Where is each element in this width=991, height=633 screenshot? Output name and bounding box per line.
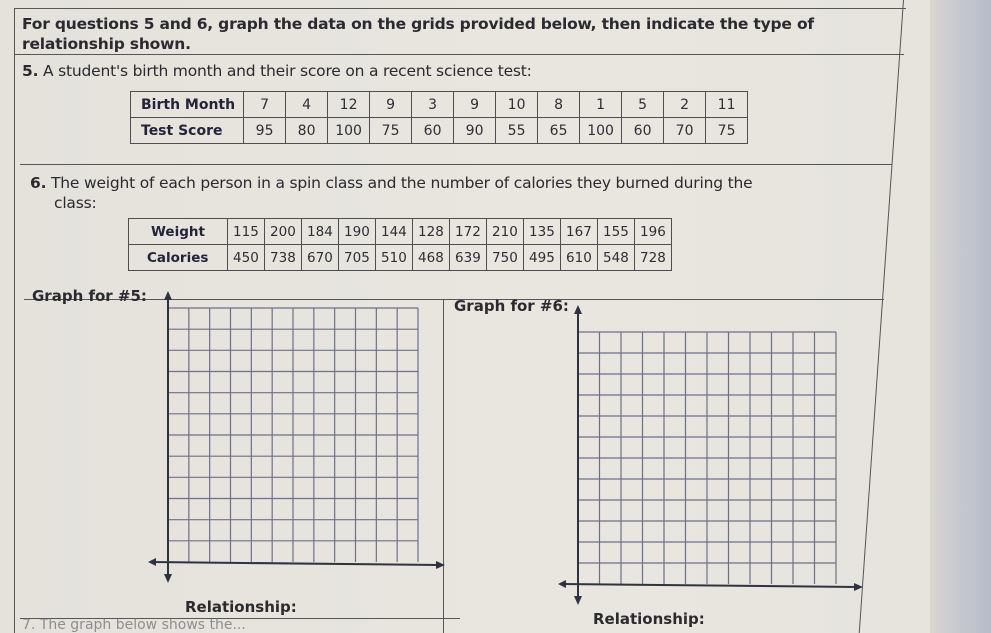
- graph-5-label: Graph for #5:: [32, 287, 147, 305]
- x-axis: [561, 583, 859, 588]
- weight-cell: 196: [633, 218, 672, 245]
- question-6-text-line2: class:: [54, 194, 97, 212]
- calories-cell: 468: [411, 244, 450, 271]
- question-6-number: 6.: [30, 174, 47, 192]
- calories-cell: 670: [300, 244, 339, 271]
- graph-6-label: Graph for #6:: [454, 297, 569, 315]
- instructions-text: For questions 5 and 6, graph the data on…: [22, 15, 814, 53]
- test-score-cell: 75: [705, 117, 749, 144]
- birth-month-cell: 9: [369, 91, 413, 118]
- test-score-cell: 100: [579, 117, 623, 144]
- page-edge-shadow: [930, 0, 991, 633]
- question-5-table: Birth Month 7 4 12 9 3 9 10 8 1 5 2 11 T…: [129, 91, 749, 144]
- divider-q5: [20, 164, 892, 165]
- divider-intro: [14, 54, 904, 55]
- birth-month-row: Birth Month 7 4 12 9 3 9 10 8 1 5 2 11: [129, 91, 749, 118]
- calories-cell: 450: [226, 244, 265, 271]
- weight-cell: 135: [522, 218, 561, 245]
- row-header-weight: Weight: [128, 218, 228, 245]
- question-5-prompt: 5. A student's birth month and their sco…: [22, 62, 532, 80]
- calories-cell: 750: [485, 244, 524, 271]
- question-5-text: A student's birth month and their score …: [43, 62, 532, 80]
- birth-month-cell: 2: [663, 91, 707, 118]
- calories-row: Calories 450 738 670 705 510 468 639 750…: [128, 244, 672, 271]
- calories-cell: 738: [263, 244, 302, 271]
- test-score-cell: 75: [369, 117, 413, 144]
- birth-month-cell: 1: [579, 91, 623, 118]
- birth-month-cell: 9: [453, 91, 497, 118]
- weight-cell: 115: [226, 218, 265, 245]
- calories-cell: 510: [374, 244, 413, 271]
- test-score-row: Test Score 95 80 100 75 60 90 55 65 100 …: [129, 117, 749, 144]
- test-score-cell: 80: [285, 117, 329, 144]
- question-6-table: Weight 115 200 184 190 144 128 172 210 1…: [128, 218, 672, 271]
- divider-top: [14, 8, 906, 9]
- calories-cell: 705: [337, 244, 376, 271]
- birth-month-cell: 10: [495, 91, 539, 118]
- birth-month-cell: 8: [537, 91, 581, 118]
- row-header-calories: Calories: [128, 244, 228, 271]
- test-score-cell: 100: [327, 117, 371, 144]
- y-axis-up-arrow-icon: [574, 305, 582, 314]
- calories-cell: 639: [448, 244, 487, 271]
- graph-6-relationship-label: Relationship:: [593, 610, 705, 628]
- frame-left-border: [14, 8, 15, 633]
- test-score-cell: 95: [243, 117, 287, 144]
- weight-cell: 172: [448, 218, 487, 245]
- weight-cell: 210: [485, 218, 524, 245]
- weight-cell: 184: [300, 218, 339, 245]
- graph-6-grid[interactable]: [558, 304, 863, 605]
- graph-5-relationship-label: Relationship:: [185, 598, 297, 616]
- divider-graphs: [443, 299, 444, 633]
- birth-month-cell: 11: [705, 91, 749, 118]
- y-axis-up-arrow-icon: [164, 291, 172, 300]
- test-score-cell: 70: [663, 117, 707, 144]
- row-header-test-score: Test Score: [129, 117, 245, 144]
- weight-cell: 128: [411, 218, 450, 245]
- weight-cell: 155: [596, 218, 635, 245]
- birth-month-cell: 5: [621, 91, 665, 118]
- weight-cell: 144: [374, 218, 413, 245]
- birth-month-cell: 12: [327, 91, 371, 118]
- question-6-prompt: 6. The weight of each person in a spin c…: [30, 173, 870, 213]
- birth-month-cell: 7: [243, 91, 287, 118]
- calories-cell: 728: [633, 244, 672, 271]
- test-score-cell: 60: [411, 117, 455, 144]
- birth-month-cell: 3: [411, 91, 455, 118]
- test-score-cell: 65: [537, 117, 581, 144]
- calories-cell: 548: [596, 244, 635, 271]
- test-score-cell: 60: [621, 117, 665, 144]
- weight-cell: 167: [559, 218, 598, 245]
- weight-cell: 190: [337, 218, 376, 245]
- question-6-text-line1: The weight of each person in a spin clas…: [51, 174, 753, 192]
- row-header-birth-month: Birth Month: [129, 91, 245, 118]
- x-axis: [151, 561, 441, 566]
- test-score-cell: 55: [495, 117, 539, 144]
- graph-5-grid[interactable]: [148, 290, 445, 583]
- weight-cell: 200: [263, 218, 302, 245]
- calories-cell: 610: [559, 244, 598, 271]
- calories-cell: 495: [522, 244, 561, 271]
- x-axis-left-arrow-icon: [148, 558, 156, 566]
- weight-row: Weight 115 200 184 190 144 128 172 210 1…: [128, 218, 672, 245]
- test-score-cell: 90: [453, 117, 497, 144]
- question-5-number: 5.: [22, 62, 39, 80]
- question-7-partial-text: 7. The graph below shows the...: [22, 617, 246, 633]
- birth-month-cell: 4: [285, 91, 329, 118]
